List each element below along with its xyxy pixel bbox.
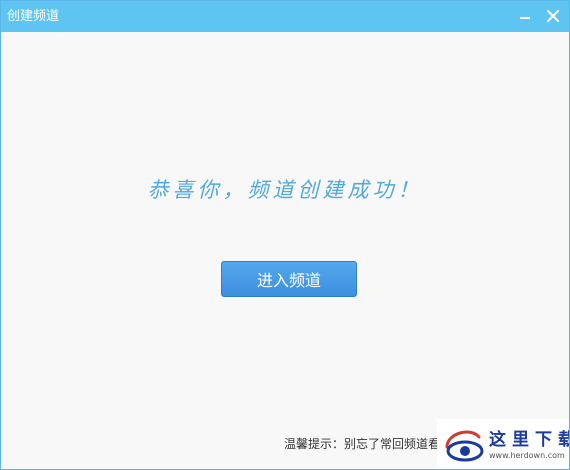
minimize-icon bbox=[520, 17, 530, 19]
content-area: 恭喜你，频道创建成功！ 进入频道 温馨提示：别忘了常回频道看 bbox=[1, 32, 569, 469]
close-button[interactable] bbox=[541, 5, 565, 27]
watermark: 这里下载 www.herdown.com bbox=[437, 419, 569, 469]
title-bar[interactable]: 创建频道 bbox=[1, 1, 569, 32]
dialog-window: 创建频道 恭喜你，频道创建成功！ 进入频道 温馨提示：别忘了常回频道看 这里下载… bbox=[0, 0, 570, 470]
enter-channel-button[interactable]: 进入频道 bbox=[221, 261, 357, 297]
minimize-button[interactable] bbox=[513, 5, 537, 27]
watermark-logo-icon bbox=[445, 430, 484, 462]
watermark-url: www.herdown.com bbox=[489, 451, 565, 460]
success-message: 恭喜你，频道创建成功！ bbox=[147, 178, 423, 202]
watermark-title: 这里下载 bbox=[489, 430, 569, 450]
close-icon bbox=[547, 10, 559, 22]
window-title: 创建频道 bbox=[7, 9, 60, 24]
tip-text: 温馨提示：别忘了常回频道看 bbox=[284, 437, 441, 451]
